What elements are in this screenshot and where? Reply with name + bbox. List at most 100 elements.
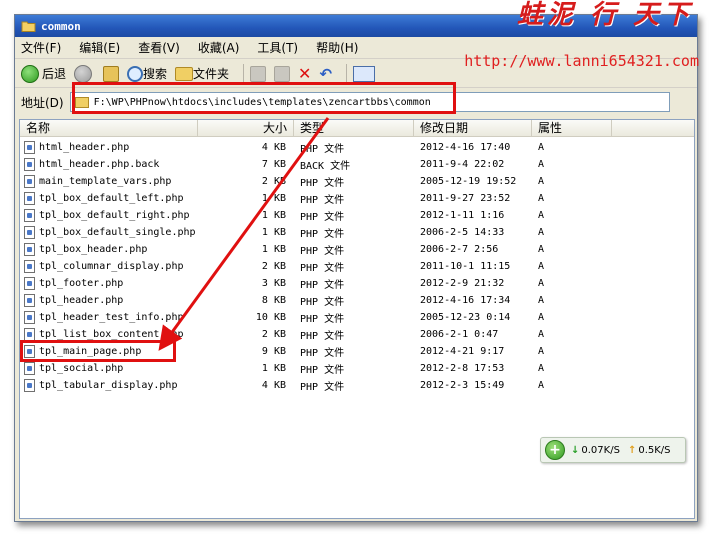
file-name: tpl_footer.php <box>39 278 124 289</box>
menu-edit[interactable]: 编辑(E) <box>79 39 120 56</box>
file-attr: A <box>538 329 545 340</box>
window-title: common <box>41 19 81 33</box>
search-button[interactable]: 搜索 <box>127 65 167 82</box>
file-name-cell: tpl_main_page.php <box>20 345 198 358</box>
plus-icon: + <box>545 440 565 460</box>
file-date: 2011-9-4 22:02 <box>420 159 505 170</box>
file-name: tpl_box_default_left.php <box>39 193 184 204</box>
file-type: PHP 文件 <box>300 263 345 274</box>
toolbar-divider <box>243 63 245 84</box>
file-row[interactable]: tpl_social.php 1 KB PHP 文件 2012-2-8 17:53 A <box>20 360 694 377</box>
file-row[interactable]: tpl_main_page.php 9 KB PHP 文件 2012-4-21 9:1… <box>20 343 694 360</box>
php-file-icon <box>24 158 35 171</box>
back-button[interactable]: 后退 <box>21 64 66 83</box>
file-attr: A <box>538 363 545 374</box>
php-file-icon <box>24 379 35 392</box>
file-name: tpl_box_header.php <box>39 244 148 255</box>
file-name: html_header.php <box>39 142 130 153</box>
file-row[interactable]: html_header.php.back 7 KB BACK 文件 2011-9-4 … <box>20 156 694 173</box>
file-name-cell: tpl_tabular_display.php <box>20 379 198 392</box>
address-bar: 地址(D) F:\WP\PHPnow\htdocs\includes\templ… <box>15 89 697 115</box>
move-to-icon[interactable] <box>250 65 267 82</box>
file-date: 2011-9-27 23:52 <box>420 193 511 204</box>
column-header-date[interactable]: 修改日期 <box>414 120 532 136</box>
file-size: 1 KB <box>261 244 286 255</box>
undo-icon[interactable]: ↶ <box>319 65 332 83</box>
file-name: tpl_tabular_display.php <box>39 380 178 391</box>
views-icon[interactable] <box>353 65 376 82</box>
file-row[interactable]: tpl_box_header.php 1 KB PHP 文件 2006-2-7 2:5… <box>20 241 694 258</box>
menu-tools[interactable]: 工具(T) <box>257 39 298 56</box>
file-row[interactable]: tpl_list_box_content.php 2 KB PHP 文件 2006-2… <box>20 326 694 343</box>
file-attr: A <box>538 261 545 272</box>
up-arrow-icon: ↑ <box>627 444 637 456</box>
file-name: tpl_header_test_info.php <box>39 312 184 323</box>
copy-to-icon[interactable] <box>274 65 291 82</box>
upload-speed: 0.5K/S <box>638 444 671 456</box>
menu-help[interactable]: 帮助(H) <box>316 39 358 56</box>
file-attr: A <box>538 312 545 323</box>
forward-button[interactable] <box>74 64 95 83</box>
file-name: tpl_list_box_content.php <box>39 329 184 340</box>
php-file-icon <box>24 311 35 324</box>
file-row[interactable]: tpl_tabular_display.php 4 KB PHP 文件 2012-2-… <box>20 377 694 394</box>
file-row[interactable]: tpl_header_test_info.php 10 KB PHP 文件 2005-… <box>20 309 694 326</box>
menu-favorites[interactable]: 收藏(A) <box>198 39 240 56</box>
file-row[interactable]: html_header.php 4 KB PHP 文件 2012-4-16 17:40… <box>20 139 694 156</box>
file-name: tpl_header.php <box>39 295 124 306</box>
file-row[interactable]: tpl_header.php 8 KB PHP 文件 2012-4-16 17:34 A <box>20 292 694 309</box>
file-attr: A <box>538 380 545 391</box>
file-row[interactable]: tpl_box_default_right.php 1 KB PHP 文件 2012-… <box>20 207 694 224</box>
file-date: 2012-2-9 21:32 <box>420 278 505 289</box>
file-type: PHP 文件 <box>300 348 345 359</box>
file-date: 2012-1-11 1:16 <box>420 210 505 221</box>
file-attr: A <box>538 159 545 170</box>
menu-file[interactable]: 文件(F) <box>21 39 61 56</box>
address-label: 地址(D) <box>21 95 64 110</box>
column-header-type[interactable]: 类型 <box>294 120 414 136</box>
php-file-icon <box>24 175 35 188</box>
forward-arrow-icon <box>74 64 93 83</box>
file-row[interactable]: main_template_vars.php 2 KB PHP 文件 2005-12-… <box>20 173 694 190</box>
file-attr: A <box>538 176 545 187</box>
address-path: F:\WP\PHPnow\htdocs\includes\templates\z… <box>93 96 431 108</box>
php-file-icon <box>24 294 35 307</box>
column-header-size[interactable]: 大小 <box>198 120 294 136</box>
file-row[interactable]: tpl_columnar_display.php 2 KB PHP 文件 2011-1… <box>20 258 694 275</box>
php-file-icon <box>24 226 35 239</box>
up-folder-button[interactable] <box>103 65 120 82</box>
column-header-attr[interactable]: 属性 <box>532 120 612 136</box>
file-name-cell: tpl_list_box_content.php <box>20 328 198 341</box>
watermark-url: http://www.lanni654321.com <box>464 52 699 70</box>
php-file-icon <box>24 328 35 341</box>
file-type: PHP 文件 <box>300 229 345 240</box>
file-row[interactable]: tpl_box_default_left.php 1 KB PHP 文件 2011-9… <box>20 190 694 207</box>
file-name: html_header.php.back <box>39 159 160 170</box>
speed-widget[interactable]: + ↓ 0.07K/S ↑ 0.5K/S <box>540 437 686 463</box>
file-name: tpl_social.php <box>39 363 124 374</box>
folder-icon <box>74 96 89 108</box>
file-date: 2005-12-23 0:14 <box>420 312 511 323</box>
column-header-name[interactable]: 名称 <box>20 120 198 136</box>
file-name: tpl_box_default_right.php <box>39 210 190 221</box>
file-size: 7 KB <box>261 159 286 170</box>
file-row[interactable]: tpl_footer.php 3 KB PHP 文件 2012-2-9 21:32 A <box>20 275 694 292</box>
down-arrow-icon: ↓ <box>571 444 580 456</box>
folders-icon <box>175 66 194 81</box>
delete-icon[interactable]: ✕ <box>298 64 311 83</box>
file-name-cell: tpl_box_default_single.php <box>20 226 198 239</box>
file-date: 2012-2-8 17:53 <box>420 363 505 374</box>
file-name-cell: tpl_social.php <box>20 362 198 375</box>
file-type: PHP 文件 <box>300 178 345 189</box>
menu-view[interactable]: 查看(V) <box>138 39 180 56</box>
file-date: 2006-2-1 0:47 <box>420 329 499 340</box>
up-folder-icon <box>103 65 120 82</box>
file-size: 3 KB <box>261 278 286 289</box>
php-file-icon <box>24 141 35 154</box>
folders-label: 文件夹 <box>193 67 230 81</box>
file-type: PHP 文件 <box>300 246 345 257</box>
address-field[interactable]: F:\WP\PHPnow\htdocs\includes\templates\z… <box>69 92 670 112</box>
file-row[interactable]: tpl_box_default_single.php 1 KB PHP 文件 2006… <box>20 224 694 241</box>
php-file-icon <box>24 345 35 358</box>
folders-button[interactable]: 文件夹 <box>175 65 229 82</box>
